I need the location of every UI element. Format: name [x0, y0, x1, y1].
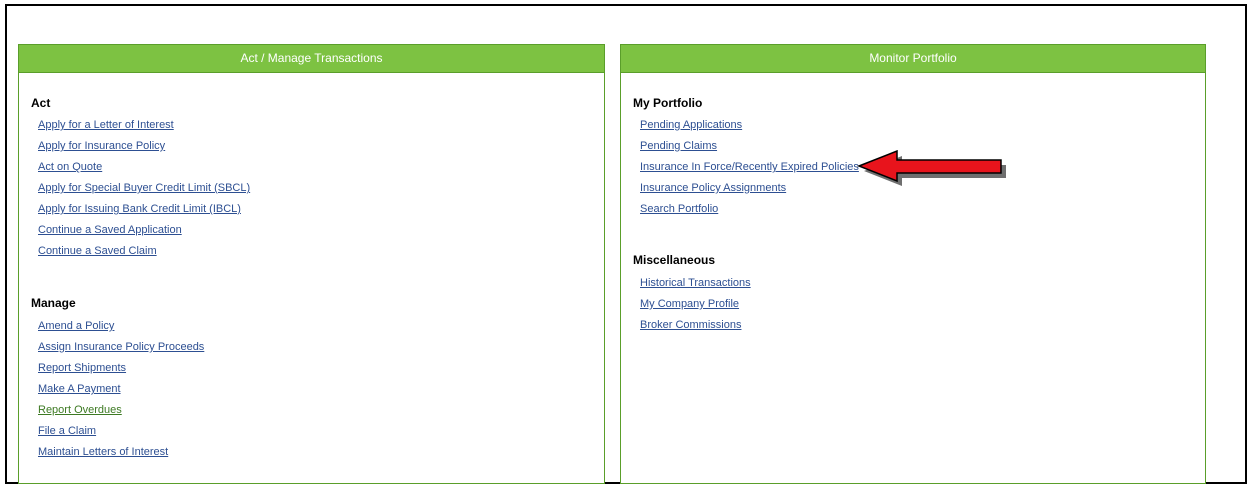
make-payment-link[interactable]: Make A Payment — [38, 383, 121, 395]
act-section-title: Act — [31, 96, 51, 110]
apply-sbcl-link[interactable]: Apply for Special Buyer Credit Limit (SB… — [38, 182, 250, 194]
act-manage-panel: Act / Manage Transactions Act Apply for … — [18, 44, 605, 484]
continue-saved-application-link[interactable]: Continue a Saved Application — [38, 224, 182, 236]
my-portfolio-section-title: My Portfolio — [633, 96, 703, 110]
list-item: Pending Claims — [640, 134, 859, 155]
list-item: File a Claim — [38, 419, 204, 440]
apply-ibcl-link[interactable]: Apply for Issuing Bank Credit Limit (IBC… — [38, 203, 241, 215]
list-item: Insurance In Force/Recently Expired Poli… — [640, 155, 859, 176]
maintain-letters-of-interest-link[interactable]: Maintain Letters of Interest — [38, 446, 168, 458]
list-item: Pending Applications — [640, 113, 859, 134]
list-item: Apply for a Letter of Interest — [38, 113, 250, 134]
list-item: Apply for Special Buyer Credit Limit (SB… — [38, 176, 250, 197]
act-manage-header: Act / Manage Transactions — [19, 45, 604, 73]
portfolio-links-list: Pending Applications Pending Claims Insu… — [640, 113, 859, 218]
assign-policy-proceeds-link[interactable]: Assign Insurance Policy Proceeds — [38, 341, 204, 353]
list-item: Maintain Letters of Interest — [38, 440, 204, 461]
my-company-profile-link[interactable]: My Company Profile — [640, 298, 739, 310]
file-claim-link[interactable]: File a Claim — [38, 425, 96, 437]
apply-insurance-policy-link[interactable]: Apply for Insurance Policy — [38, 140, 165, 152]
miscellaneous-section-title: Miscellaneous — [633, 253, 716, 267]
list-item: Broker Commissions — [640, 313, 751, 334]
continue-saved-claim-link[interactable]: Continue a Saved Claim — [38, 245, 157, 257]
act-links-list: Apply for a Letter of Interest Apply for… — [38, 113, 250, 260]
list-item: Historical Transactions — [640, 271, 751, 292]
insurance-policy-assignments-link[interactable]: Insurance Policy Assignments — [640, 182, 786, 194]
list-item: Continue a Saved Claim — [38, 239, 250, 260]
list-item: Insurance Policy Assignments — [640, 176, 859, 197]
pending-claims-link[interactable]: Pending Claims — [640, 140, 717, 152]
manage-links-list: Amend a Policy Assign Insurance Policy P… — [38, 314, 204, 461]
amend-policy-link[interactable]: Amend a Policy — [38, 320, 114, 332]
list-item: Apply for Issuing Bank Credit Limit (IBC… — [38, 197, 250, 218]
monitor-portfolio-panel: Monitor Portfolio My Portfolio Pending A… — [620, 44, 1206, 484]
report-overdues-link[interactable]: Report Overdues — [38, 404, 122, 416]
list-item: Assign Insurance Policy Proceeds — [38, 335, 204, 356]
apply-letter-of-interest-link[interactable]: Apply for a Letter of Interest — [38, 119, 174, 131]
manage-section-title: Manage — [31, 296, 76, 310]
list-item: Make A Payment — [38, 377, 204, 398]
list-item: Amend a Policy — [38, 314, 204, 335]
list-item: Act on Quote — [38, 155, 250, 176]
list-item: Search Portfolio — [640, 197, 859, 218]
list-item: Continue a Saved Application — [38, 218, 250, 239]
pending-applications-link[interactable]: Pending Applications — [640, 119, 742, 131]
historical-transactions-link[interactable]: Historical Transactions — [640, 277, 751, 289]
red-arrow-icon — [856, 150, 1006, 186]
search-portfolio-link[interactable]: Search Portfolio — [640, 203, 718, 215]
list-item: Report Shipments — [38, 356, 204, 377]
misc-links-list: Historical Transactions My Company Profi… — [640, 271, 751, 334]
act-on-quote-link[interactable]: Act on Quote — [38, 161, 102, 173]
list-item: Apply for Insurance Policy — [38, 134, 250, 155]
report-shipments-link[interactable]: Report Shipments — [38, 362, 126, 374]
broker-commissions-link[interactable]: Broker Commissions — [640, 319, 741, 331]
list-item: My Company Profile — [640, 292, 751, 313]
insurance-in-force-link[interactable]: Insurance In Force/Recently Expired Poli… — [640, 161, 859, 173]
monitor-portfolio-header: Monitor Portfolio — [621, 45, 1205, 73]
list-item: Report Overdues — [38, 398, 204, 419]
